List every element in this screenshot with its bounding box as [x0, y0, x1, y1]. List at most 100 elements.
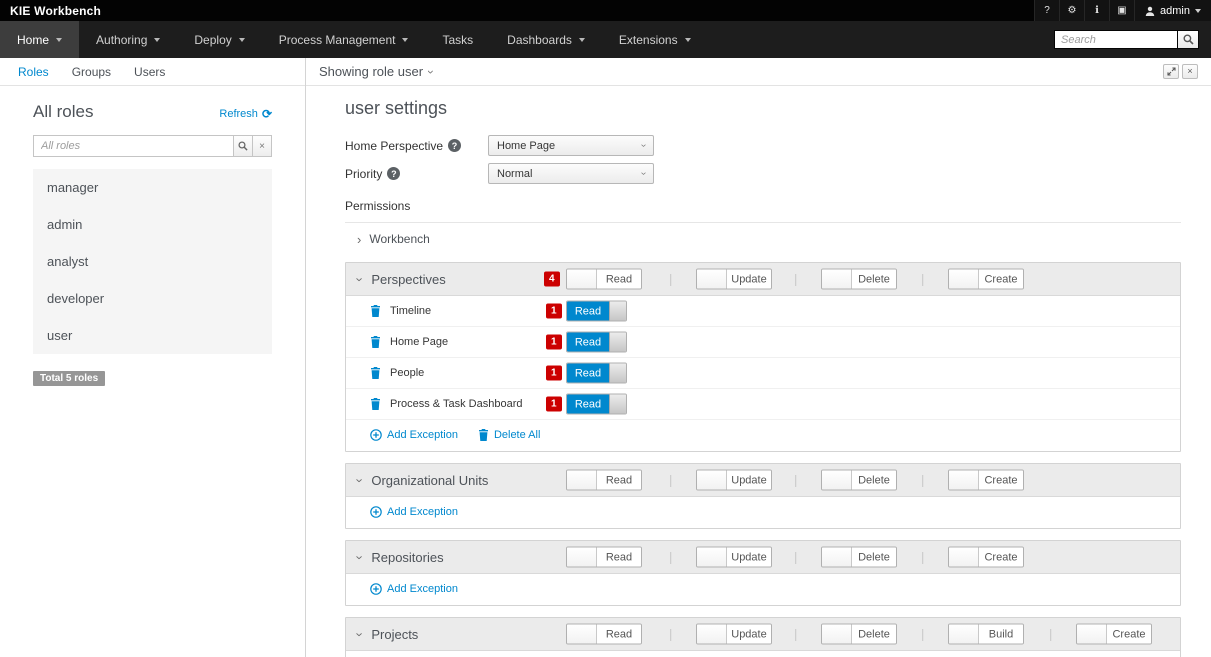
permission-toggle-delete[interactable]: Delete: [821, 624, 897, 645]
screen-icon: ▣: [1117, 5, 1126, 16]
role-filter-input[interactable]: [33, 135, 234, 157]
screen-icon[interactable]: ▣: [1109, 0, 1134, 21]
permission-toggle-read[interactable]: Read: [566, 547, 642, 568]
nav-item-authoring[interactable]: Authoring: [79, 21, 177, 58]
page-title: user settings: [345, 98, 1181, 119]
permission-toggle-read[interactable]: Read: [566, 624, 642, 645]
field-row-priority: Priority? Normal›: [345, 163, 1181, 184]
permission-sections: ›Perspectives4Read|Update|Delete|CreateT…: [345, 262, 1181, 657]
divider: |: [921, 272, 924, 287]
user-menu[interactable]: admin: [1134, 0, 1211, 21]
switch-handle: [567, 548, 597, 567]
section-workbench[interactable]: › Workbench: [345, 223, 1181, 255]
count-badge: 1: [546, 335, 562, 350]
nav-item-dashboards[interactable]: Dashboards: [490, 21, 602, 58]
divider: |: [669, 550, 672, 565]
nav-item-home[interactable]: Home: [0, 21, 79, 58]
nav-item-process-management[interactable]: Process Management: [262, 21, 426, 58]
permission-toggle-delete[interactable]: Delete: [821, 470, 897, 491]
nav-item-label: Extensions: [619, 33, 678, 47]
link-label: Delete All: [494, 429, 540, 441]
clear-search-button[interactable]: ×: [253, 135, 272, 157]
search-button[interactable]: [1178, 30, 1199, 49]
role-search-button[interactable]: [234, 135, 253, 157]
tab-roles[interactable]: Roles: [18, 65, 49, 79]
delete-icon[interactable]: [370, 367, 381, 379]
gear-icon[interactable]: ⚙: [1059, 0, 1084, 21]
divider: |: [669, 627, 672, 642]
switch-handle: [949, 548, 979, 567]
permission-toggle-update[interactable]: Update: [696, 269, 772, 290]
tab-groups[interactable]: Groups: [72, 65, 111, 79]
chevron-down-icon[interactable]: ›: [424, 70, 438, 74]
permission-toggle-update[interactable]: Update: [696, 470, 772, 491]
field-label-text: Priority: [345, 167, 382, 181]
topbar-actions: ?⚙ℹ ▣ admin: [1034, 0, 1211, 21]
add-exception-link[interactable]: Add Exception: [370, 429, 458, 441]
delete-all-link[interactable]: Delete All: [478, 429, 540, 441]
permission-toggle-create[interactable]: Create: [948, 470, 1024, 491]
trash-icon: [478, 429, 489, 441]
permission-toggle-create[interactable]: Create: [948, 547, 1024, 568]
section-actions: Add Exception Delete All: [346, 420, 1180, 451]
permission-toggle-build[interactable]: Build: [948, 624, 1024, 645]
help-icon[interactable]: ?: [1034, 0, 1059, 21]
permission-toggle-delete[interactable]: Delete: [821, 547, 897, 568]
role-item-user[interactable]: user: [33, 317, 272, 354]
nav-item-label: Process Management: [279, 33, 396, 47]
role-item-analyst[interactable]: analyst: [33, 243, 272, 280]
permission-toggle-read[interactable]: Read: [566, 394, 627, 415]
switch-label: Build: [979, 625, 1023, 644]
permission-toggle-delete[interactable]: Delete: [821, 269, 897, 290]
switch-on-label: Read: [567, 395, 609, 414]
permission-toggle-create[interactable]: Create: [1076, 624, 1152, 645]
switch-handle: [949, 625, 979, 644]
switch-label: Delete: [852, 471, 896, 490]
role-item-developer[interactable]: developer: [33, 280, 272, 317]
section-body: Add Exception: [346, 573, 1180, 605]
select-value: Home Page: [497, 140, 555, 152]
close-button[interactable]: ×: [1182, 64, 1198, 79]
permission-toggle-update[interactable]: Update: [696, 624, 772, 645]
permission-toggle-read[interactable]: Read: [566, 363, 627, 384]
permission-toggle-read[interactable]: Read: [566, 269, 642, 290]
delete-icon[interactable]: [370, 305, 381, 317]
permission-toggle-read[interactable]: Read: [566, 301, 627, 322]
section-header-repositories[interactable]: ›RepositoriesRead|Update|Delete|Create: [346, 541, 1180, 573]
permission-toggle-read[interactable]: Read: [566, 470, 642, 491]
role-item-manager[interactable]: manager: [33, 169, 272, 206]
switch-label: Create: [979, 471, 1023, 490]
nav-item-tasks[interactable]: Tasks: [425, 21, 490, 58]
section-header-projects[interactable]: ›ProjectsRead|Update|Delete|Build|Create: [346, 618, 1180, 650]
select-priority[interactable]: Normal›: [488, 163, 654, 184]
screen-title: Showing role user: [319, 64, 423, 79]
expand-button[interactable]: [1163, 64, 1179, 79]
role-list: manageradminanalystdeveloperuser: [33, 169, 272, 354]
select-home-perspective[interactable]: Home Page›: [488, 135, 654, 156]
permission-toggle-update[interactable]: Update: [696, 547, 772, 568]
info-icon[interactable]: ℹ: [1084, 0, 1109, 21]
delete-icon[interactable]: [370, 336, 381, 348]
help-icon[interactable]: ?: [448, 139, 461, 152]
help-icon[interactable]: ?: [387, 167, 400, 180]
nav-search: [1054, 30, 1199, 49]
add-exception-link[interactable]: Add Exception: [370, 506, 458, 518]
tab-users[interactable]: Users: [134, 65, 165, 79]
permission-toggle-read[interactable]: Read: [566, 332, 627, 353]
switch-label: Update: [727, 548, 771, 567]
add-exception-link[interactable]: Add Exception: [370, 583, 458, 595]
switch-handle: [697, 625, 727, 644]
nav-item-deploy[interactable]: Deploy: [177, 21, 261, 58]
refresh-link[interactable]: Refresh ⟳: [219, 107, 272, 121]
search-input[interactable]: [1054, 30, 1178, 49]
workspace: RolesGroupsUsers All roles Refresh ⟳ ×: [0, 58, 1211, 657]
delete-icon[interactable]: [370, 398, 381, 410]
divider: |: [669, 272, 672, 287]
permission-toggle-create[interactable]: Create: [948, 269, 1024, 290]
section-body: Add Exception: [346, 650, 1180, 657]
count-badge: 1: [546, 366, 562, 381]
section-header-organizational-units[interactable]: ›Organizational UnitsRead|Update|Delete|…: [346, 464, 1180, 496]
nav-item-extensions[interactable]: Extensions: [602, 21, 708, 58]
section-header-perspectives[interactable]: ›Perspectives4Read|Update|Delete|Create: [346, 263, 1180, 295]
role-item-admin[interactable]: admin: [33, 206, 272, 243]
